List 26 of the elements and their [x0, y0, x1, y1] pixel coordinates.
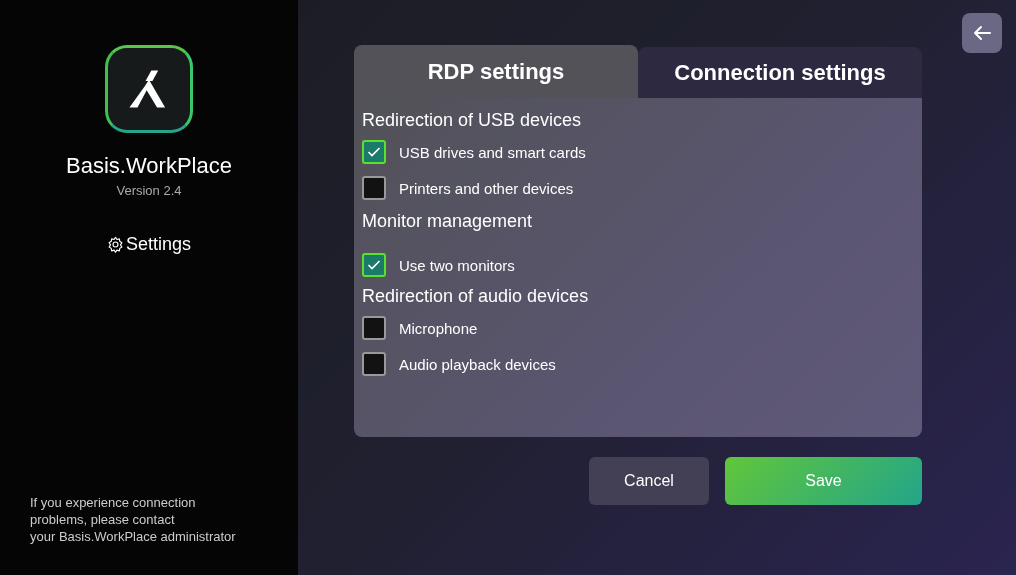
gear-icon: [106, 236, 124, 253]
section-title: Redirection of USB devices: [362, 110, 583, 131]
checkbox-label: Printers and other devices: [399, 179, 574, 197]
back-arrow-icon: [973, 25, 991, 41]
cancel-button[interactable]: Cancel: [589, 457, 709, 505]
back-button[interactable]: [962, 13, 1002, 53]
checkbox[interactable]: [362, 253, 386, 277]
app-logo-icon: [105, 45, 193, 133]
section-title: Monitor management: [362, 211, 534, 232]
check-icon: [367, 259, 381, 271]
tab[interactable]: RDP settings: [354, 45, 638, 98]
tab[interactable]: Connection settings: [638, 47, 922, 98]
checkbox-label: Use two monitors: [399, 256, 515, 274]
help-note: If you experience connection problems, please contact your Basis.WorkPlace administrator: [30, 494, 236, 545]
checkbox[interactable]: [362, 176, 386, 200]
checkbox[interactable]: [362, 316, 386, 340]
checkbox-label: USB drives and smart cards: [399, 143, 586, 161]
app-name: Basis.WorkPlace: [66, 153, 232, 179]
version-label: Version 2.4: [116, 183, 182, 198]
section-title: Redirection of audio devices: [362, 286, 590, 307]
check-icon: [367, 146, 381, 158]
checkbox-label: Microphone: [399, 319, 478, 337]
checkbox-label: Audio playback devices: [399, 355, 556, 373]
checkbox[interactable]: [362, 140, 386, 164]
settings-nav-item[interactable]: Settings: [125, 234, 191, 255]
checkbox[interactable]: [362, 352, 386, 376]
